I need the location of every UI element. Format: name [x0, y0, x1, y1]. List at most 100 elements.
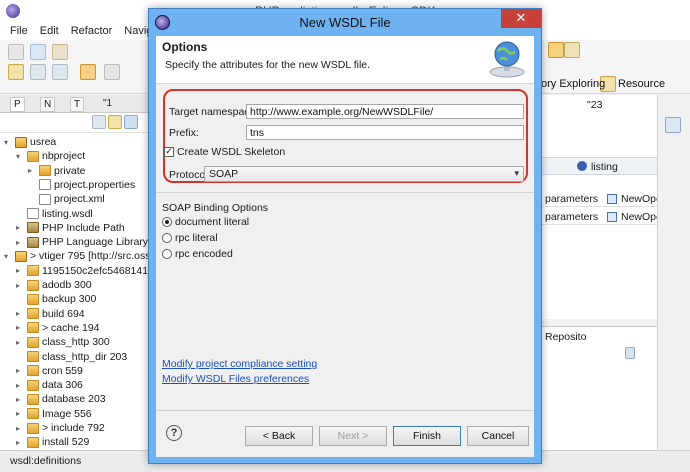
menu-edit[interactable]: Edit — [40, 25, 59, 37]
link-editor-icon[interactable] — [108, 115, 122, 129]
target-namespace-input[interactable] — [246, 104, 524, 119]
save-icon[interactable] — [30, 44, 46, 60]
tree-item[interactable]: ▾ usrea — [4, 135, 56, 149]
expand-arrow-icon[interactable]: ▸ — [16, 238, 24, 247]
tab-overflow[interactable]: "1 — [100, 97, 115, 112]
tree-item[interactable]: ▸ > include 792 — [16, 421, 105, 435]
tree-item-label: project.properties — [54, 178, 136, 191]
expand-arrow-icon[interactable]: ▸ — [16, 223, 24, 232]
menu-file[interactable]: File — [10, 25, 28, 37]
expand-arrow-icon[interactable]: ▸ — [16, 281, 24, 290]
radio-rpc-encoded[interactable] — [162, 249, 172, 259]
expand-arrow-icon[interactable]: ▸ — [16, 409, 24, 418]
tree-item[interactable]: ▸ 1195150c2efc5468141.2 — [16, 264, 150, 278]
expand-arrow-icon[interactable]: ▾ — [16, 152, 24, 161]
chevron-down-icon: ▾ — [514, 169, 519, 179]
radio-document-literal[interactable] — [162, 217, 172, 227]
new-icon[interactable] — [8, 44, 24, 60]
finish-button[interactable]: Finish — [393, 426, 461, 446]
expand-arrow-icon[interactable]: ▸ — [16, 424, 24, 433]
tree-item[interactable]: backup 300 — [16, 292, 96, 306]
status-text: wsdl:definitions — [10, 455, 82, 467]
tree-item[interactable]: ▸ private — [28, 164, 86, 178]
repository-add-icon[interactable] — [625, 347, 635, 359]
tree-item[interactable]: ▸ PHP Include Path — [16, 221, 125, 235]
expand-arrow-icon[interactable]: ▸ — [16, 338, 24, 347]
table-row[interactable]: parameters NewOper — [541, 191, 665, 207]
dialog-titlebar[interactable]: New WSDL File ✕ — [149, 9, 541, 36]
open-folder-icon[interactable] — [8, 64, 24, 80]
lib-icon — [27, 236, 39, 248]
back-arrow-icon[interactable] — [80, 64, 96, 80]
panel-tab-label[interactable]: "23 — [587, 99, 602, 111]
expand-arrow-icon[interactable]: ▸ — [16, 395, 24, 404]
perspective-resource[interactable]: Resource — [618, 78, 665, 90]
tree-item-label: > include 792 — [42, 422, 105, 434]
tree-item[interactable]: ▸ install 529 — [16, 435, 89, 449]
table-row[interactable]: parameters NewOper — [541, 209, 665, 225]
tree-item[interactable]: ▸ PHP Language Library — [16, 235, 148, 249]
help-icon[interactable]: ? — [166, 425, 182, 441]
tree-item[interactable]: ▾ > vtiger 795 [http://src.osse — [4, 249, 150, 263]
print-icon[interactable] — [52, 44, 68, 60]
tree-item[interactable]: project.xml — [28, 192, 105, 206]
tree-item[interactable]: project.properties — [28, 178, 135, 192]
minimized-views-bar — [657, 95, 690, 450]
tree-item[interactable]: ▸ class_http 300 — [16, 335, 110, 349]
tree-item[interactable]: listing.wsdl — [16, 207, 93, 221]
folder-icon — [27, 393, 39, 405]
pin-icon[interactable] — [548, 42, 564, 58]
file-icon — [39, 193, 51, 205]
tree-item[interactable]: ▸ build 694 — [16, 307, 85, 321]
tree-item-label: install 529 — [42, 436, 90, 449]
search-icon[interactable] — [30, 64, 46, 80]
pen-icon[interactable] — [564, 42, 580, 58]
folder-icon — [27, 351, 39, 362]
next-button[interactable]: Next > — [319, 426, 387, 446]
tab-php-explorer[interactable]: P — [10, 97, 25, 112]
cancel-button[interactable]: Cancel — [467, 426, 529, 446]
tree-item[interactable]: ▸ > cache 194 — [16, 321, 100, 335]
collapse-all-icon[interactable] — [92, 115, 106, 129]
tab-navigator[interactable]: N — [40, 97, 56, 112]
close-button[interactable]: ✕ — [501, 9, 541, 28]
expand-arrow-icon[interactable]: ▸ — [16, 266, 24, 275]
expand-arrow-icon[interactable]: ▸ — [16, 323, 24, 332]
perspective-team[interactable]: ory Exploring — [541, 78, 605, 90]
pencil-icon[interactable] — [52, 64, 68, 80]
forward-arrow-icon[interactable] — [104, 64, 120, 80]
outline-panel: "23 listing parameters NewOper parameter… — [540, 95, 665, 319]
expand-arrow-icon[interactable]: ▸ — [16, 381, 24, 390]
document-literal-label: document literal — [175, 216, 250, 228]
create-skeleton-checkbox[interactable]: ✓ — [164, 147, 174, 157]
view-menu-icon[interactable] — [124, 115, 138, 129]
outline-view-icon[interactable] — [665, 117, 681, 133]
tree-item[interactable]: ▸ cron 559 — [16, 364, 83, 378]
tab-type-hierarchy[interactable]: T — [70, 97, 85, 112]
repository-panel: Reposito — [540, 326, 657, 450]
tree-item[interactable]: ▸ adodb 300 — [16, 278, 92, 292]
tree-item[interactable]: ▾ nbproject — [16, 149, 85, 163]
expand-arrow-icon[interactable]: ▸ — [16, 366, 24, 375]
file-icon — [39, 179, 51, 191]
expand-arrow-icon[interactable]: ▾ — [4, 252, 12, 261]
expand-arrow-icon[interactable]: ▾ — [4, 138, 12, 147]
menu-refactor[interactable]: Refactor — [71, 25, 113, 37]
protocol-select[interactable]: SOAP ▾ — [204, 166, 524, 182]
folder-icon — [27, 408, 39, 420]
tree-item-label: > vtiger 795 [http://src.osse — [30, 250, 150, 263]
tree-item[interactable]: class_http_dir 203 — [16, 350, 127, 364]
back-button[interactable]: < Back — [245, 426, 313, 446]
expand-arrow-icon[interactable]: ▸ — [16, 309, 24, 318]
repository-tab[interactable]: Reposito — [545, 331, 586, 343]
prefix-input[interactable] — [246, 125, 524, 140]
radio-rpc-literal[interactable] — [162, 233, 172, 243]
tree-item[interactable]: ▸ Image 556 — [16, 407, 92, 421]
expand-arrow-icon[interactable]: ▸ — [28, 166, 36, 175]
tree-item[interactable]: ▸ database 203 — [16, 392, 106, 406]
modify-compliance-link[interactable]: Modify project compliance setting — [162, 358, 317, 370]
tree-item[interactable]: ▸ data 306 — [16, 378, 83, 392]
modify-preferences-link[interactable]: Modify WSDL Files preferences — [162, 373, 309, 385]
rpc-encoded-label: rpc encoded — [175, 248, 233, 260]
expand-arrow-icon[interactable]: ▸ — [16, 438, 24, 447]
